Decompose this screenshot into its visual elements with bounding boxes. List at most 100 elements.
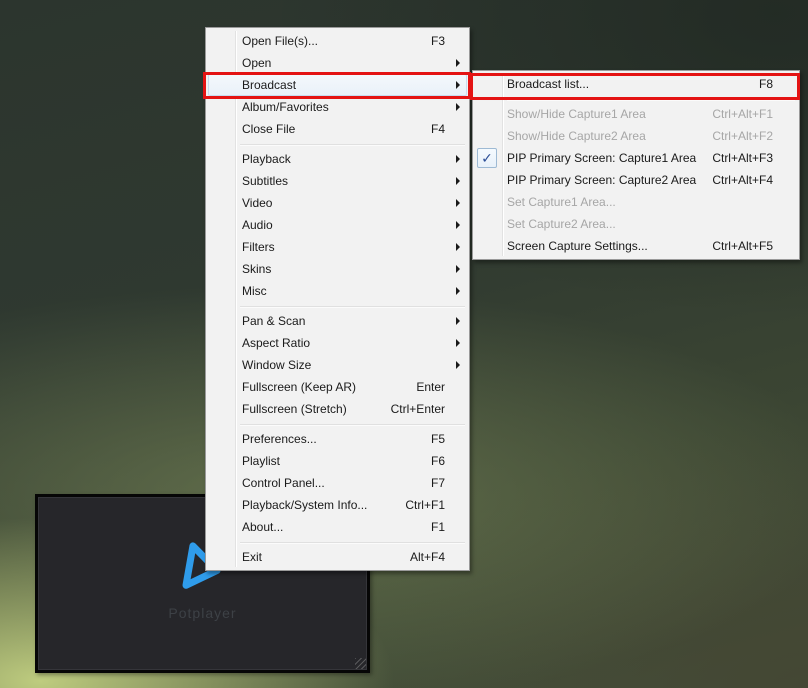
menu-item-playback[interactable]: Playback xyxy=(208,148,467,170)
menu-item-label: Exit xyxy=(242,550,263,564)
menu-item-shortcut: Ctrl+Alt+F3 xyxy=(712,151,773,165)
menu-item-shortcut: Ctrl+Alt+F4 xyxy=(712,173,773,187)
menu-separator xyxy=(240,306,465,307)
menu-item-open-files[interactable]: Open File(s)... F3 xyxy=(208,30,467,52)
menu-item-label: PIP Primary Screen: Capture1 Area xyxy=(507,151,697,165)
menu-item-label: Pan & Scan xyxy=(242,314,306,328)
menu-item-shortcut: F6 xyxy=(430,454,445,468)
menu-item-set-capture2-area: Set Capture2 Area... xyxy=(475,213,797,235)
menu-item-label: Subtitles xyxy=(242,174,289,188)
menu-item-label: Set Capture1 Area... xyxy=(507,195,616,209)
broadcast-submenu: Broadcast list... F8 Show/Hide Capture1 Ar… xyxy=(472,70,800,260)
menu-item-label: Audio xyxy=(242,218,273,232)
menu-item-label: Aspect Ratio xyxy=(242,336,311,350)
potplayer-logo-text: Potplayer xyxy=(168,604,237,621)
submenu-arrow-icon xyxy=(456,221,460,229)
menu-item-about[interactable]: About... F1 xyxy=(208,516,467,538)
submenu-arrow-icon xyxy=(456,287,460,295)
submenu-arrow-icon xyxy=(456,317,460,325)
menu-item-shortcut: F8 xyxy=(758,77,773,91)
menu-item-label: Broadcast xyxy=(242,78,297,92)
menu-item-pip-primary-screen-capture2-area[interactable]: PIP Primary Screen: Capture2 Area Ctrl+Al… xyxy=(475,169,797,191)
menu-item-label: PIP Primary Screen: Capture2 Area xyxy=(507,173,697,187)
menu-item-shortcut: F4 xyxy=(430,122,445,136)
menu-item-label: Open xyxy=(242,56,272,70)
menu-separator xyxy=(240,542,465,543)
menu-item-audio[interactable]: Audio xyxy=(208,214,467,236)
menu-item-shortcut: F7 xyxy=(430,476,445,490)
menu-item-shortcut: Ctrl+Alt+F1 xyxy=(712,107,773,121)
menu-item-open[interactable]: Open xyxy=(208,52,467,74)
menu-item-label: Fullscreen (Stretch) xyxy=(242,402,347,416)
menu-item-shortcut: Ctrl+Alt+F2 xyxy=(712,129,773,143)
menu-item-label: Window Size xyxy=(242,358,312,372)
menu-item-label: Album/Favorites xyxy=(242,100,329,114)
menu-item-label: Playback xyxy=(242,152,291,166)
menu-item-show-hide-capture2-area: Show/Hide Capture2 Area Ctrl+Alt+F2 xyxy=(475,125,797,147)
submenu-arrow-icon xyxy=(456,361,460,369)
menu-item-label: Broadcast list... xyxy=(507,77,590,91)
menu-item-shortcut: Ctrl+F1 xyxy=(405,498,445,512)
menu-item-label: Show/Hide Capture2 Area xyxy=(507,129,646,143)
menu-item-close-file[interactable]: Close File F4 xyxy=(208,118,467,140)
menu-item-label: Close File xyxy=(242,122,296,136)
menu-item-shortcut: F3 xyxy=(430,34,445,48)
menu-item-misc[interactable]: Misc xyxy=(208,280,467,302)
submenu-arrow-icon xyxy=(456,103,460,111)
resize-grip[interactable] xyxy=(355,658,366,669)
menu-item-label: Set Capture2 Area... xyxy=(507,217,616,231)
menu-item-label: Video xyxy=(242,196,273,210)
menu-item-broadcast[interactable]: Broadcast xyxy=(208,74,467,96)
menu-item-fullscreen-keep-ar[interactable]: Fullscreen (Keep AR) Enter xyxy=(208,376,467,398)
menu-item-label: Fullscreen (Keep AR) xyxy=(242,380,357,394)
menu-item-label: Control Panel... xyxy=(242,476,325,490)
menu-item-shortcut: Ctrl+Alt+F5 xyxy=(712,239,773,253)
menu-item-shortcut: Enter xyxy=(416,380,445,394)
menu-item-broadcast-list[interactable]: Broadcast list... F8 xyxy=(475,73,797,95)
menu-item-label: Screen Capture Settings... xyxy=(507,239,648,253)
menu-item-window-size[interactable]: Window Size xyxy=(208,354,467,376)
menu-item-label: Misc xyxy=(242,284,267,298)
menu-item-skins[interactable]: Skins xyxy=(208,258,467,280)
submenu-arrow-icon xyxy=(456,177,460,185)
menu-item-preferences[interactable]: Preferences... F5 xyxy=(208,428,467,450)
menu-item-filters[interactable]: Filters xyxy=(208,236,467,258)
menu-item-pip-primary-screen-capture1-area[interactable]: ✓ PIP Primary Screen: Capture1 Area Ctrl+A… xyxy=(475,147,797,169)
menu-item-pan-scan[interactable]: Pan & Scan xyxy=(208,310,467,332)
context-menu: Open File(s)... F3 Open Broadcast Album/Favo… xyxy=(205,27,470,571)
submenu-arrow-icon xyxy=(456,155,460,163)
menu-item-label: About... xyxy=(242,520,284,534)
menu-item-label: Filters xyxy=(242,240,275,254)
menu-item-set-capture1-area: Set Capture1 Area... xyxy=(475,191,797,213)
submenu-arrow-icon xyxy=(456,265,460,273)
menu-item-album-favorites[interactable]: Album/Favorites xyxy=(208,96,467,118)
submenu-arrow-icon xyxy=(456,199,460,207)
menu-item-shortcut: Alt+F4 xyxy=(409,550,445,564)
menu-item-subtitles[interactable]: Subtitles xyxy=(208,170,467,192)
checkmark-icon: ✓ xyxy=(477,148,497,168)
menu-item-fullscreen-stretch[interactable]: Fullscreen (Stretch) Ctrl+Enter xyxy=(208,398,467,420)
submenu-arrow-icon xyxy=(456,59,460,67)
menu-item-label: Playback/System Info... xyxy=(242,498,368,512)
menu-item-shortcut: F1 xyxy=(430,520,445,534)
menu-item-control-panel[interactable]: Control Panel... F7 xyxy=(208,472,467,494)
menu-item-shortcut: Ctrl+Enter xyxy=(390,402,445,416)
menu-item-screen-capture-settings[interactable]: Screen Capture Settings... Ctrl+Alt+F5 xyxy=(475,235,797,257)
menu-item-label: Preferences... xyxy=(242,432,317,446)
menu-separator xyxy=(507,99,795,100)
menu-item-label: Playlist xyxy=(242,454,281,468)
menu-item-exit[interactable]: Exit Alt+F4 xyxy=(208,546,467,568)
menu-item-playlist[interactable]: Playlist F6 xyxy=(208,450,467,472)
submenu-arrow-icon xyxy=(456,339,460,347)
menu-item-label: Open File(s)... xyxy=(242,34,319,48)
submenu-arrow-icon xyxy=(456,81,460,89)
menu-item-aspect-ratio[interactable]: Aspect Ratio xyxy=(208,332,467,354)
submenu-arrow-icon xyxy=(456,243,460,251)
menu-item-video[interactable]: Video xyxy=(208,192,467,214)
menu-item-label: Show/Hide Capture1 Area xyxy=(507,107,646,121)
menu-item-playback-system-info[interactable]: Playback/System Info... Ctrl+F1 xyxy=(208,494,467,516)
desktop: Potplayer Open File(s)... F3 Open Broadcast… xyxy=(0,0,808,688)
menu-item-label: Skins xyxy=(242,262,272,276)
menu-separator xyxy=(240,424,465,425)
menu-item-show-hide-capture1-area: Show/Hide Capture1 Area Ctrl+Alt+F1 xyxy=(475,103,797,125)
